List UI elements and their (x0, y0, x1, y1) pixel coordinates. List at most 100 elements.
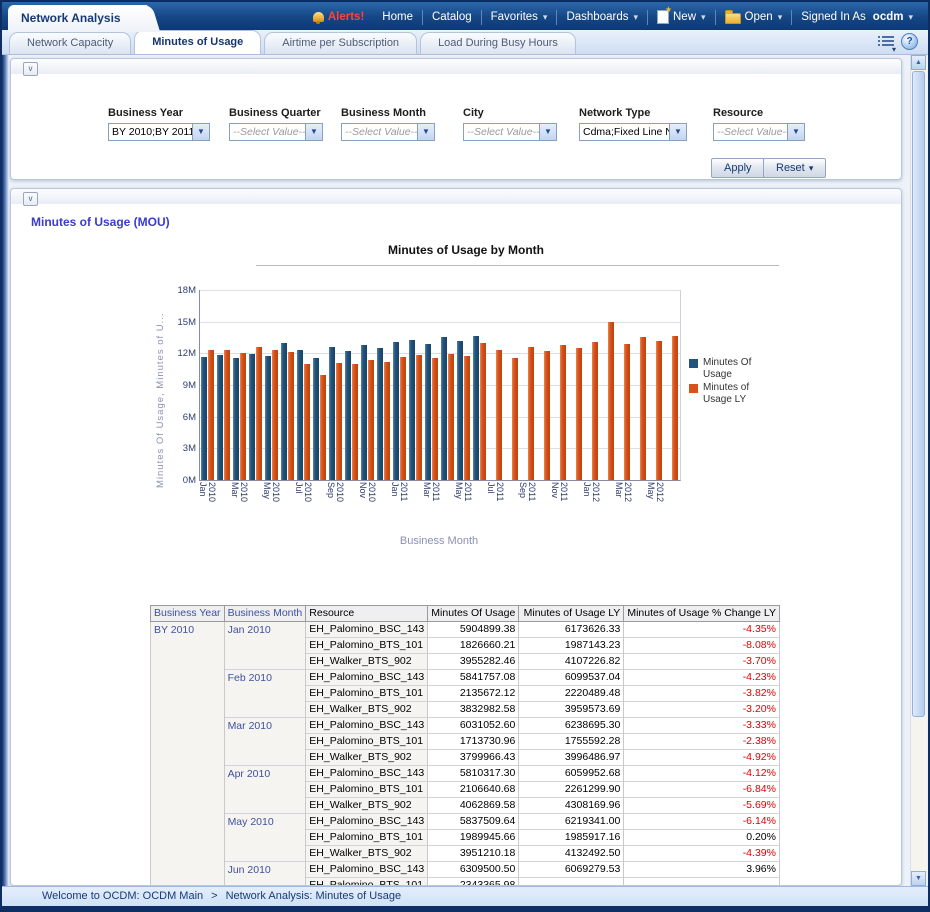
column-header-minutes-of-usage-ly[interactable]: Minutes of Usage LY (519, 605, 624, 622)
bar-minutes-of-usage-ly[interactable] (272, 350, 278, 480)
menu-item-catalog[interactable]: Catalog (423, 11, 481, 23)
bar-minutes-of-usage[interactable] (361, 345, 367, 480)
column-header-resource[interactable]: Resource (306, 605, 428, 622)
menu-item-dashboards[interactable]: Dashboards▾ (557, 11, 647, 23)
bar-minutes-of-usage-ly[interactable] (256, 347, 262, 480)
bar-minutes-of-usage-ly[interactable] (480, 343, 486, 480)
bar-minutes-of-usage[interactable] (297, 350, 303, 480)
help-icon[interactable]: ? (901, 33, 918, 50)
filter-select-network-type[interactable]: Cdma;Fixed Line Netw▼ (579, 123, 687, 141)
bar-minutes-of-usage-ly[interactable] (496, 350, 502, 480)
bar-minutes-of-usage-ly[interactable] (352, 364, 358, 480)
bar-minutes-of-usage[interactable] (345, 351, 351, 480)
chevron-down-icon[interactable]: ▼ (787, 124, 804, 140)
apply-button[interactable]: Apply (711, 158, 765, 178)
menu-item-new[interactable]: New▾ (648, 10, 715, 24)
cell-business-month[interactable]: Feb 2010 (225, 670, 307, 686)
filter-select-resource[interactable]: --Select Value--▼ (713, 123, 805, 141)
bar-minutes-of-usage-ly[interactable] (304, 364, 310, 480)
filter-select-business-quarter[interactable]: --Select Value--▼ (229, 123, 323, 141)
filter-select-city[interactable]: --Select Value--▼ (463, 123, 557, 141)
bar-minutes-of-usage-ly[interactable] (656, 341, 662, 480)
scroll-down-icon[interactable]: ▼ (911, 871, 926, 886)
filter-network-type: Network TypeCdma;Fixed Line Netw▼ (579, 107, 687, 141)
bar-minutes-of-usage-ly[interactable] (224, 350, 230, 480)
breadcrumb-current[interactable]: Network Analysis: Minutes of Usage (226, 890, 401, 902)
bar-minutes-of-usage[interactable] (217, 355, 223, 480)
chevron-down-icon[interactable]: ▼ (417, 124, 434, 140)
bar-minutes-of-usage[interactable] (457, 341, 463, 480)
bar-minutes-of-usage-ly[interactable] (576, 348, 582, 480)
bar-minutes-of-usage[interactable] (281, 343, 287, 480)
bar-minutes-of-usage-ly[interactable] (608, 322, 614, 480)
bar-minutes-of-usage[interactable] (377, 348, 383, 480)
cell-resource: EH_Walker_BTS_902 (306, 750, 428, 766)
collapse-mou-icon[interactable]: v (23, 192, 38, 206)
bar-minutes-of-usage[interactable] (313, 358, 319, 480)
bar-minutes-of-usage-ly[interactable] (448, 354, 454, 480)
collapse-prompts-icon[interactable]: v (23, 62, 38, 76)
bar-minutes-of-usage-ly[interactable] (416, 355, 422, 480)
cell-business-month[interactable]: Jan 2010 (225, 622, 307, 638)
bar-minutes-of-usage[interactable] (425, 344, 431, 480)
menu-item-signed-in-as[interactable]: Signed In Asocdm▾ (792, 11, 922, 23)
bar-minutes-of-usage-ly[interactable] (432, 358, 438, 480)
tab-load-during-busy-hours[interactable]: Load During Busy Hours (420, 32, 576, 54)
cell-business-month[interactable]: Apr 2010 (225, 766, 307, 782)
tab-network-capacity[interactable]: Network Capacity (9, 32, 131, 54)
x-tick-label: Jul2010 (294, 482, 312, 502)
bar-minutes-of-usage-ly[interactable] (368, 360, 374, 480)
breadcrumb-home-link[interactable]: Welcome to OCDM: OCDM Main (42, 890, 203, 902)
bar-minutes-of-usage[interactable] (409, 340, 415, 480)
column-header-business-month[interactable]: Business Month (225, 605, 307, 622)
bar-minutes-of-usage-ly[interactable] (528, 347, 534, 480)
bar-minutes-of-usage-ly[interactable] (560, 345, 566, 480)
menu-item-home[interactable]: Home (373, 11, 422, 23)
column-header-minutes-of-usage-change-ly[interactable]: Minutes of Usage % Change LY (624, 605, 780, 622)
vertical-scrollbar[interactable]: ▲ ▼ (910, 55, 927, 886)
bar-minutes-of-usage-ly[interactable] (640, 337, 646, 480)
bar-minutes-of-usage-ly[interactable] (512, 358, 518, 480)
chevron-down-icon[interactable]: ▼ (669, 124, 686, 140)
bar-minutes-of-usage-ly[interactable] (208, 350, 214, 480)
menu-item-favorites[interactable]: Favorites▾ (482, 11, 557, 23)
bar-minutes-of-usage-ly[interactable] (336, 363, 342, 480)
bar-minutes-of-usage[interactable] (265, 356, 271, 480)
column-header-business-year[interactable]: Business Year (150, 605, 225, 622)
chevron-down-icon[interactable]: ▼ (192, 124, 209, 140)
bar-minutes-of-usage-ly[interactable] (240, 353, 246, 480)
chevron-down-icon[interactable]: ▼ (539, 124, 556, 140)
bar-minutes-of-usage[interactable] (233, 358, 239, 480)
cell-business-month[interactable]: Jun 2010 (225, 862, 307, 878)
scroll-up-icon[interactable]: ▲ (911, 55, 926, 70)
bar-minutes-of-usage-ly[interactable] (288, 352, 294, 480)
bar-minutes-of-usage-ly[interactable] (464, 356, 470, 480)
cell-business-month[interactable]: Mar 2010 (225, 718, 307, 734)
cell-business-year[interactable]: BY 2010 (150, 622, 225, 638)
bar-minutes-of-usage[interactable] (249, 354, 255, 480)
tab-airtime-per-subscription[interactable]: Airtime per Subscription (264, 32, 417, 54)
bar-minutes-of-usage-ly[interactable] (592, 342, 598, 480)
reset-button[interactable]: Reset ▾ (763, 158, 826, 178)
bar-minutes-of-usage[interactable] (201, 357, 207, 480)
bar-minutes-of-usage-ly[interactable] (544, 351, 550, 480)
bar-minutes-of-usage-ly[interactable] (384, 362, 390, 480)
bar-minutes-of-usage[interactable] (393, 342, 399, 480)
tab-minutes-of-usage[interactable]: Minutes of Usage (134, 30, 261, 54)
bar-minutes-of-usage-ly[interactable] (400, 357, 406, 480)
menu-item-alerts[interactable]: Alerts! (304, 11, 373, 23)
bar-minutes-of-usage-ly[interactable] (672, 336, 678, 480)
menu-item-open[interactable]: Open▾ (716, 10, 792, 24)
bar-minutes-of-usage-ly[interactable] (624, 344, 630, 480)
filter-select-business-month[interactable]: --Select Value--▼ (341, 123, 435, 141)
page-options-icon[interactable] (878, 36, 894, 48)
column-header-minutes-of-usage[interactable]: Minutes Of Usage (428, 605, 519, 622)
cell-business-month[interactable]: May 2010 (225, 814, 307, 830)
bar-minutes-of-usage[interactable] (473, 336, 479, 480)
filter-select-business-year[interactable]: BY 2010;BY 2011;▼ (108, 123, 210, 141)
scrollbar-thumb[interactable] (912, 71, 925, 717)
chevron-down-icon[interactable]: ▼ (305, 124, 322, 140)
bar-minutes-of-usage-ly[interactable] (320, 375, 326, 480)
bar-minutes-of-usage[interactable] (329, 347, 335, 480)
bar-minutes-of-usage[interactable] (441, 337, 447, 480)
